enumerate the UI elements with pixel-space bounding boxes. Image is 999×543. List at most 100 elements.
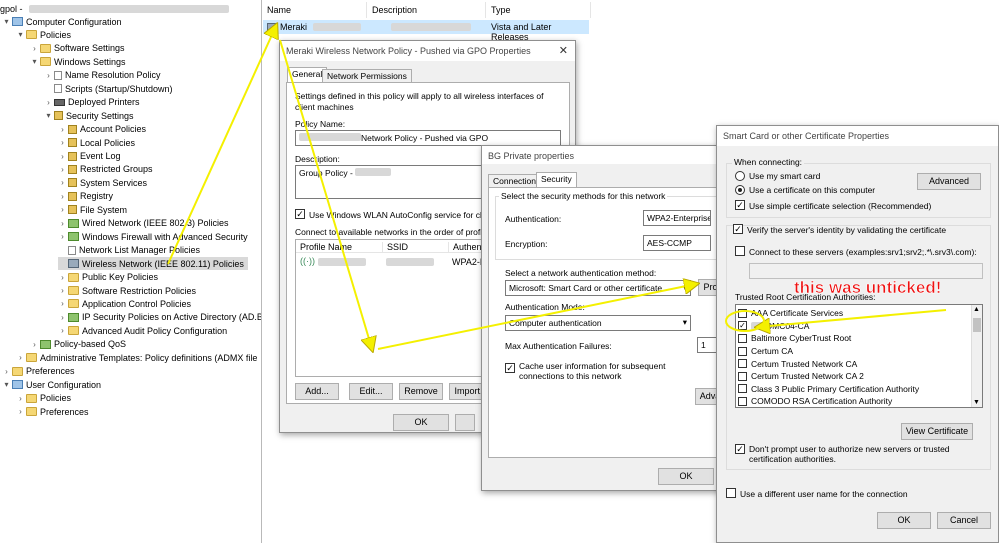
scroll-thumb[interactable]	[973, 318, 981, 332]
tree-item[interactable]: Network List Manager Policies	[58, 244, 200, 257]
cert-checkbox[interactable]	[738, 396, 747, 406]
expand-icon[interactable]: ›	[58, 178, 67, 187]
cert-checkbox[interactable]	[738, 384, 747, 394]
expand-icon[interactable]: ›	[30, 44, 39, 53]
edit-button[interactable]: Edit...	[349, 383, 393, 400]
expand-icon[interactable]: ›	[2, 367, 11, 376]
tree-item[interactable]: › Name Resolution Policy	[44, 69, 160, 82]
collapse-icon[interactable]: ▾	[44, 111, 53, 120]
tree-item[interactable]: › Policies	[16, 392, 71, 405]
expand-icon[interactable]: ›	[16, 394, 25, 403]
tab-security[interactable]: Security	[536, 172, 577, 188]
tree-item[interactable]: › Software Restriction Policies	[58, 284, 196, 297]
cache-checkbox[interactable]: ✓	[505, 363, 515, 373]
expand-icon[interactable]: ›	[58, 152, 67, 161]
gpo-ok-button[interactable]: OK	[393, 414, 449, 431]
tree-item[interactable]: ▾ User Configuration	[2, 378, 101, 391]
expand-icon[interactable]: ›	[58, 165, 67, 174]
tree-item[interactable]: › Wired Network (IEEE 802.3) Policies	[58, 217, 228, 230]
autoconfig-checkbox[interactable]: ✓	[295, 209, 305, 219]
tree-item[interactable]: ▾ Policies	[16, 28, 71, 41]
cert-list-item[interactable]: ✓ DMC04-CA	[738, 320, 809, 333]
expand-icon[interactable]: ›	[58, 286, 67, 295]
col-ssid[interactable]: SSID	[382, 242, 408, 252]
tree-item[interactable]: › IP Security Policies on Active Director…	[58, 311, 261, 324]
expand-icon[interactable]: ›	[44, 71, 53, 80]
expand-icon[interactable]: ›	[44, 98, 53, 107]
cert-list-item[interactable]: COMODO RSA Certification Authority	[738, 395, 892, 407]
tree-item[interactable]: › Public Key Policies	[58, 271, 158, 284]
cert-checkbox[interactable]	[738, 371, 747, 381]
tree-item[interactable]: › Restricted Groups	[58, 163, 152, 176]
tree-item[interactable]: Wireless Network (IEEE 802.11) Policies	[58, 257, 248, 271]
dont-prompt-checkbox[interactable]: ✓	[735, 444, 745, 454]
collapse-icon[interactable]: ▾	[2, 17, 11, 26]
tree-item[interactable]: › Windows Firewall with Advanced Security	[58, 230, 247, 243]
collapse-icon[interactable]: ▾	[16, 30, 25, 39]
collapse-icon[interactable]: ▾	[2, 380, 11, 389]
remove-button[interactable]: Remove	[399, 383, 443, 400]
expand-icon[interactable]: ›	[58, 232, 67, 241]
trusted-root-list[interactable]: AAA Certificate Services ✓ DMC04-CA Baltimo…	[735, 304, 983, 408]
cert-checkbox[interactable]	[738, 359, 747, 369]
close-icon[interactable]: ✕	[559, 44, 568, 57]
cert-list-item[interactable]: Certum Trusted Network CA 2	[738, 370, 864, 383]
expand-icon[interactable]: ›	[58, 125, 67, 134]
tree-item[interactable]: › Deployed Printers	[44, 96, 139, 109]
tree-item[interactable]: › File System	[58, 203, 127, 216]
column-name[interactable]: Name	[263, 2, 367, 18]
verify-server-checkbox[interactable]: ✓	[733, 224, 743, 234]
cert-list-item[interactable]: AAA Certificate Services	[738, 307, 843, 320]
tree-item[interactable]: › Registry	[58, 190, 113, 203]
advanced-button[interactable]: Advanced	[917, 173, 981, 190]
expand-icon[interactable]: ›	[58, 219, 67, 228]
list-row-meraki[interactable]: Meraki Vista and Later Releases	[263, 20, 589, 42]
cert-cancel-button[interactable]: Cancel	[937, 512, 991, 529]
mode-select[interactable]: Computer authentication ▾	[505, 315, 691, 331]
column-type[interactable]: Type	[487, 2, 591, 18]
cert-list-item[interactable]: Baltimore CyberTrust Root	[738, 332, 851, 345]
expand-icon[interactable]: ›	[58, 138, 67, 147]
method-select[interactable]: Microsoft: Smart Card or other certifica…	[505, 280, 691, 296]
smart-card-radio[interactable]	[735, 171, 745, 181]
scroll-down-icon[interactable]: ▼	[973, 399, 980, 406]
cert-checkbox[interactable]	[738, 308, 747, 318]
col-authentication[interactable]: Authent	[448, 242, 484, 252]
add-button[interactable]: Add...	[295, 383, 339, 400]
tree-item[interactable]: ▾ Computer Configuration	[2, 15, 121, 28]
scroll-up-icon[interactable]: ▲	[973, 306, 980, 313]
cert-list-item[interactable]: Certum CA	[738, 345, 793, 358]
different-user-checkbox[interactable]	[726, 488, 736, 498]
connect-servers-checkbox[interactable]	[735, 246, 745, 256]
expand-icon[interactable]: ›	[58, 205, 67, 214]
bg-ok-button[interactable]: OK	[658, 468, 714, 485]
expand-icon[interactable]: ›	[58, 299, 67, 308]
simple-cert-checkbox[interactable]: ✓	[735, 200, 745, 210]
cert-checkbox[interactable]	[738, 346, 747, 356]
tree-item[interactable]: › Preferences	[16, 405, 88, 418]
column-description[interactable]: Description	[368, 2, 486, 18]
cert-ok-button[interactable]: OK	[877, 512, 931, 529]
enc-select[interactable]: AES-CCMP	[643, 235, 711, 251]
tree-item[interactable]: › Preferences	[2, 365, 74, 378]
expand-icon[interactable]: ›	[30, 340, 39, 349]
tree-item[interactable]: › Application Control Policies	[58, 297, 191, 310]
expand-icon[interactable]: ›	[58, 192, 67, 201]
tree-item[interactable]: › Software Settings	[30, 42, 124, 55]
col-profile-name[interactable]: Profile Name	[300, 242, 352, 252]
auth-select[interactable]: WPA2-Enterprise	[643, 210, 711, 226]
policy-name-input[interactable]: Network Policy - Pushed via GPO	[295, 130, 561, 146]
tree-item[interactable]: › System Services	[58, 176, 147, 189]
tree-item[interactable]: › Local Policies	[58, 136, 135, 149]
tab-network-permissions[interactable]: Network Permissions	[322, 69, 412, 83]
collapse-icon[interactable]: ▾	[30, 57, 39, 66]
gpo-cancel-button-partial[interactable]	[455, 414, 475, 431]
cert-checkbox[interactable]	[738, 333, 747, 343]
tree-item[interactable]: › Advanced Audit Policy Configuration	[58, 324, 227, 337]
tree-item[interactable]: Scripts (Startup/Shutdown)	[44, 82, 173, 95]
expand-icon[interactable]: ›	[16, 407, 25, 416]
tree-item[interactable]: › Event Log	[58, 150, 120, 163]
tree-item[interactable]: ▾ Security Settings	[44, 109, 133, 122]
tree-item[interactable]: › Account Policies	[58, 123, 146, 136]
cert-list-item[interactable]: Certum Trusted Network CA	[738, 357, 857, 370]
